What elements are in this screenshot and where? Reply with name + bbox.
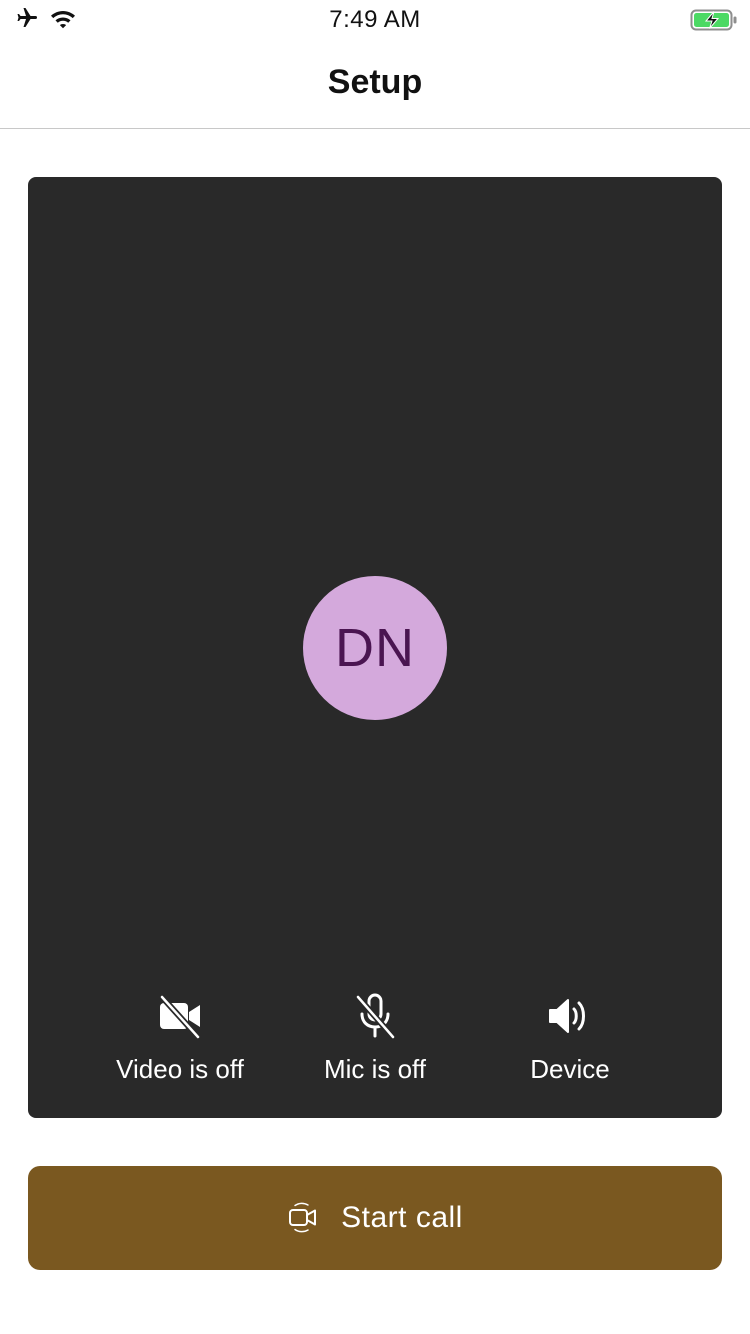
start-call-label: Start call [341,1201,463,1234]
avatar-initials: DN [335,618,415,678]
avatar: DN [303,576,447,720]
speaker-icon [546,992,594,1040]
device-label: Device [530,1054,610,1084]
start-call-icon [287,1201,319,1236]
video-preview: DN Video is off Mic is off Device [28,177,722,1118]
status-time: 7:49 AM [329,6,421,33]
device-button[interactable]: Device [480,992,660,1085]
navigation-bar: Setup [0,40,750,129]
mic-toggle-label: Mic is off [323,1054,427,1084]
mic-toggle-button[interactable]: Mic is off [285,992,465,1085]
video-toggle-label: Video is off [116,1054,244,1084]
mic-off-icon [351,992,399,1040]
video-off-icon [156,992,204,1040]
page-title: Setup [327,63,423,101]
video-toggle-button[interactable]: Video is off [90,992,270,1085]
call-setup-screen: 7:49 AM Setup DN Video is off Mic is off… [0,0,750,1334]
battery-charging-icon [690,8,738,37]
status-bar: 7:49 AM [0,0,750,40]
start-call-button[interactable]: Start call [28,1166,722,1270]
